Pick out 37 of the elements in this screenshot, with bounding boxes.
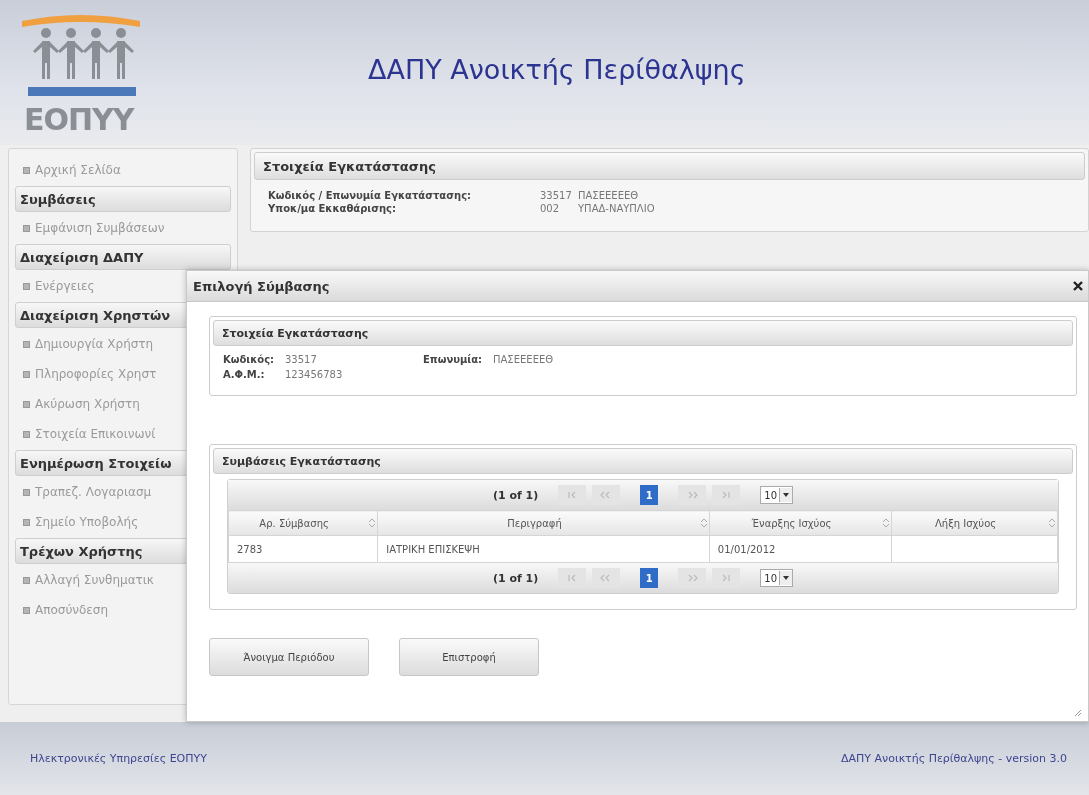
version-text: ΔΑΠΥ Ανοικτής Περίθαλψης - version 3.0 (840, 752, 1067, 765)
sidebar-section[interactable]: Διαχείριση ΔΑΠΥ (15, 244, 231, 270)
field-label: Υποκ/μα Εκκαθάρισης: (268, 203, 398, 214)
field-value: 002 (540, 203, 561, 214)
page-size-select[interactable]: 10 (760, 569, 794, 587)
page-size-select[interactable]: 10 (760, 486, 794, 504)
column-header[interactable]: Αρ. Σύμβασης (228, 510, 378, 536)
action-button[interactable]: Άνοιγμα Περιόδου (209, 638, 369, 676)
field-value: ΥΠΑΔ-ΝΑΥΠΛΙΟ (578, 203, 656, 214)
column-header[interactable]: Περιγραφή (377, 510, 710, 536)
logo-text: ΕΟΠΥΥ (24, 104, 134, 135)
page-button[interactable]: 1 (640, 568, 659, 588)
field-value: 33517 (540, 190, 573, 201)
field-label: Κωδικός: (223, 354, 276, 365)
field-value: ΠΑΣΕΕΕΕΕΘ (578, 190, 640, 201)
dialog-title: Επιλογή Σύμβασης (193, 278, 330, 294)
field-value: 123456783 (285, 369, 344, 380)
footer-text: Ηλεκτρονικές Υπηρεσίες ΕΟΠΥΥ (30, 752, 207, 765)
field-value: 33517 (285, 354, 318, 365)
page-summary: (1 of 1) (492, 571, 539, 585)
field-label: Α.Φ.Μ.: (223, 369, 266, 380)
action-button[interactable]: Επιστροφή (399, 638, 539, 676)
app-title: ΔΑΠΥ Ανοικτής Περίθαλψης (368, 54, 746, 85)
field-label: Κωδικός / Επωνυμία Εγκατάστασης: (268, 190, 473, 201)
table-cell: ΙΑΤΡΙΚΗ ΕΠΙΣΚΕΨΗ (377, 535, 710, 563)
table-cell: 01/01/2012 (709, 535, 892, 563)
panel-title: Στοιχεία Εγκατάστασης (254, 152, 1085, 180)
panel-title: Συμβάσεις Εγκατάστασης (213, 448, 1073, 474)
panel-title: Στοιχεία Εγκατάστασης (213, 320, 1073, 346)
column-header[interactable]: Λήξη Ισχύος (891, 510, 1058, 536)
sidebar-section[interactable]: Συμβάσεις (15, 186, 231, 212)
page-button[interactable]: 1 (640, 485, 659, 505)
column-header[interactable]: Έναρξης Ισχύος (709, 510, 892, 536)
field-label: Επωνυμία: (423, 354, 484, 365)
table-cell: 2783 (228, 535, 378, 563)
field-value: ΠΑΣΕΕΕΕΕΘ (493, 354, 555, 365)
page-summary: (1 of 1) (492, 488, 539, 502)
